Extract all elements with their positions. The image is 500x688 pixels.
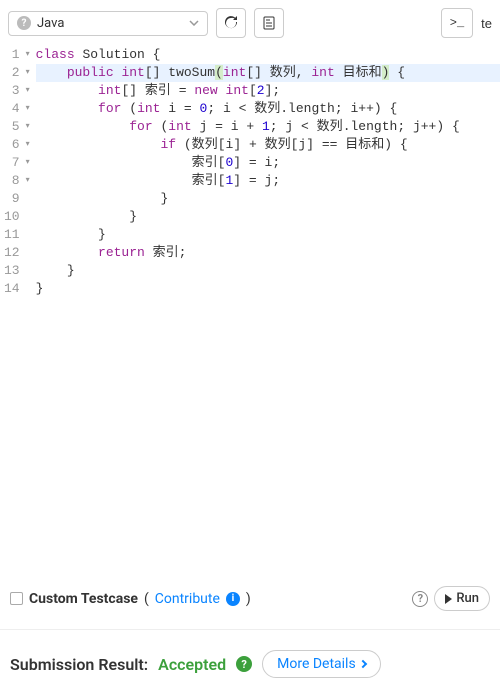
chevron-right-icon [358,660,366,668]
gutter-row: 1▾ [4,46,30,64]
gutter-row: 11 [4,226,30,244]
language-label: Java [37,16,64,31]
paren-open: ( [144,591,149,607]
reset-button[interactable] [216,8,246,38]
code-line[interactable]: 索引[1] = j; [36,172,500,190]
gutter-row: 13 [4,262,30,280]
code-line[interactable]: } [36,190,500,208]
details-label: More Details [277,656,356,672]
gutter-row: 7▾ [4,154,30,172]
run-button[interactable]: Run [434,586,490,611]
code-area[interactable]: class Solution { public int[] twoSum(int… [36,46,500,578]
play-icon [445,594,452,604]
code-line[interactable]: for (int i = 0; i < 数列.length; i++) { [36,100,500,118]
code-editor[interactable]: 1▾2▾3▾4▾5▾6▾7▾8▾91011121314 class Soluti… [0,46,500,578]
gutter-row: 8▾ [4,172,30,190]
chevron-down-icon [189,20,199,26]
gutter-row: 10 [4,208,30,226]
code-line[interactable]: 索引[0] = i; [36,154,500,172]
terminal-button[interactable]: >_ [441,8,473,38]
more-details-button[interactable]: More Details [262,650,381,678]
result-label: Submission Result: [10,655,148,674]
info-icon: i [226,592,240,606]
code-line[interactable]: public int[] twoSum(int[] 数列, int 目标和) { [36,64,500,82]
code-line[interactable]: } [36,262,500,280]
gutter-row: 4▾ [4,100,30,118]
contribute-link[interactable]: Contribute [155,591,220,607]
testcase-row: Custom Testcase ( Contribute i ) ? Run [0,578,500,619]
result-row: Submission Result: Accepted ? More Detai… [0,640,500,688]
help-icon: ? [17,16,31,30]
terminal-icon: >_ [450,16,464,30]
notes-button[interactable] [254,8,284,38]
gutter-row: 2▾ [4,64,30,82]
code-line[interactable]: } [36,280,500,298]
paren-close: ) [246,591,251,607]
result-status: Accepted [158,655,226,674]
toolbar-right-text: te [481,16,492,31]
custom-testcase-label: Custom Testcase [29,591,138,607]
gutter-row: 3▾ [4,82,30,100]
help-button[interactable]: ? [412,591,428,607]
code-line[interactable]: for (int j = i + 1; j < 数列.length; j++) … [36,118,500,136]
code-line[interactable]: return 索引; [36,244,500,262]
divider [0,629,500,630]
custom-testcase-checkbox[interactable] [10,592,23,605]
gutter-row: 9 [4,190,30,208]
line-gutter: 1▾2▾3▾4▾5▾6▾7▾8▾91011121314 [0,46,36,578]
gutter-row: 14 [4,280,30,298]
editor-toolbar: ? Java >_ te [0,0,500,46]
refresh-icon [223,15,239,31]
language-select[interactable]: ? Java [8,11,208,36]
code-line[interactable]: class Solution { [36,46,500,64]
code-line[interactable]: int[] 索引 = new int[2]; [36,82,500,100]
check-icon: ? [236,656,252,672]
gutter-row: 6▾ [4,136,30,154]
document-icon [261,15,277,31]
gutter-row: 5▾ [4,118,30,136]
gutter-row: 12 [4,244,30,262]
code-line[interactable]: } [36,226,500,244]
code-line[interactable]: if (数列[i] + 数列[j] == 目标和) { [36,136,500,154]
code-line[interactable]: } [36,208,500,226]
run-label: Run [456,591,479,606]
